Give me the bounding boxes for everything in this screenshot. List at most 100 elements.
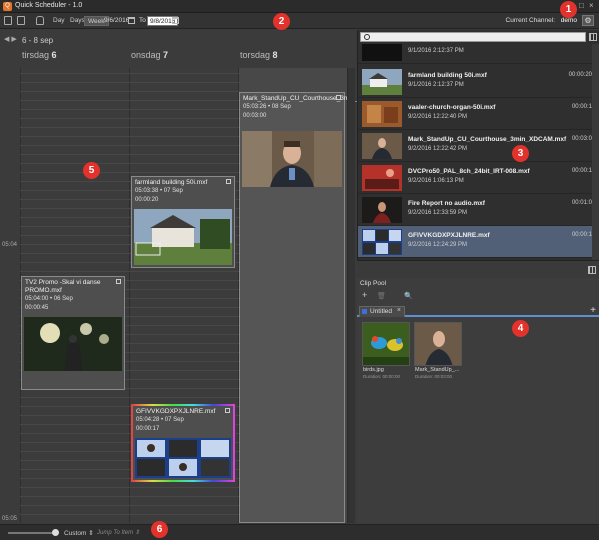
clip-pool-tab[interactable]: Untitled ×: [359, 306, 405, 317]
clip-duration: Duration: 00:03:00: [415, 374, 453, 379]
annotation-badge-3: 3: [512, 145, 529, 162]
clip-duration: Duration: 00:00:00: [363, 374, 401, 379]
clip-pool-panel: Clip Pool + 🗑 🔍 Untitled × + birds.jpg D…: [357, 278, 599, 524]
toolbar: Day Days Week 9/6/2016 To 9/8/2016 Curre…: [0, 13, 599, 29]
current-channel-label: Current Channel:: [505, 17, 556, 24]
media-name: GFIVVKGDXPXJLNRE.mxf: [408, 232, 490, 239]
app-logo-icon: Q: [3, 2, 12, 11]
status-bar: Custom ⇕ Jump To Item ⇕: [0, 524, 599, 540]
media-date: 9/2/2016 12:22:40 PM: [408, 114, 468, 120]
calendar-nav-arrows[interactable]: ◀ ▶: [4, 35, 17, 43]
event-start: 05:03:26 • 08 Sep: [243, 104, 291, 110]
day-header-2: onsdag 7: [131, 50, 169, 60]
time-label: 05:04: [2, 242, 18, 248]
clip-item[interactable]: birds.jpg Duration: 00:00:00: [362, 322, 410, 380]
search-clip-icon[interactable]: 🔍: [404, 292, 413, 300]
media-name: DVCPro50_PAL_8ch_24bit_IRT-008.mxf: [408, 168, 530, 175]
event-thumbnail: [134, 209, 232, 265]
close-tab-icon[interactable]: ×: [397, 307, 401, 314]
calendar-view: ◀ ▶ 6 - 8 sep tirsdag 6 onsdag 7 torsdag…: [0, 30, 394, 524]
media-scrollbar[interactable]: [592, 44, 599, 278]
clip-name: birds.jpg: [363, 367, 384, 373]
clip-name: Mark_StandUp_...: [415, 367, 460, 373]
media-thumbnail: [362, 229, 402, 255]
event-duration: 00:00:45: [25, 305, 49, 311]
expand-icon[interactable]: [225, 408, 230, 413]
media-name: vaaler-church-organ-50i.mxf: [408, 104, 496, 111]
media-date: 9/2/2016 1:06:13 PM: [408, 178, 464, 184]
media-thumbnail: [362, 44, 402, 61]
schedule-event[interactable]: TV2 Promo -Skal vi danse PROMO.mxf 05:04…: [21, 276, 125, 390]
media-row[interactable]: Mark_StandUp_CU_Courthouse_3min_XDCAM.mx…: [358, 130, 592, 162]
grid-view-icon[interactable]: [589, 33, 597, 41]
zoom-slider-knob[interactable]: [52, 529, 59, 536]
add-tab-icon[interactable]: +: [590, 305, 596, 316]
media-row[interactable]: vaaler-church-organ-50i.mxf 9/2/2016 12:…: [358, 98, 592, 130]
clip-thumbnail: [414, 322, 462, 366]
lock-icon[interactable]: [36, 16, 44, 25]
media-row[interactable]: 9/1/2016 2:12:37 PM: [358, 44, 592, 64]
time-label: 05:05: [2, 516, 18, 522]
date-from-field[interactable]: 9/6/2016: [104, 16, 129, 26]
schedule-event[interactable]: GFIVVKGDXPXJLNRE.mxf 05:04:28 • 07 Sep 0…: [131, 404, 235, 482]
tab-color-swatch: [362, 309, 367, 314]
schedule-event[interactable]: Mark_StandUp_CU_Courthouse_3min_XDCAM.mx…: [239, 92, 394, 523]
calendar-range-label: 6 - 8 sep: [22, 36, 54, 45]
app-title: Quick Scheduler - 1.0: [15, 2, 83, 9]
media-row[interactable]: Fire Report no audio.mxf 9/2/2016 12:33:…: [358, 194, 592, 226]
event-thumbnail: [135, 438, 231, 478]
event-title: farmland building 50i.mxf: [135, 179, 208, 186]
media-date: 9/2/2016 12:24:29 PM: [408, 242, 468, 248]
day-header-1: tirsdag 6: [22, 50, 57, 60]
event-title: Mark_StandUp_CU_Courthouse_3min_XDCAM.mx…: [243, 95, 394, 102]
event-thumbnail: [242, 131, 342, 187]
schedule-event[interactable]: farmland building 50i.mxf 05:03:38 • 07 …: [131, 176, 235, 268]
calendar-scrollbar[interactable]: [347, 68, 355, 523]
annotation-badge-6: 6: [151, 521, 168, 538]
day-header-3: torsdag 8: [240, 50, 278, 60]
title-bar: Q Quick Scheduler - 1.0 – □ ×: [0, 0, 599, 13]
media-search-input[interactable]: [360, 32, 586, 42]
expand-icon[interactable]: [226, 179, 231, 184]
media-name: Fire Report no audio.mxf: [408, 200, 485, 207]
add-clip-icon[interactable]: +: [362, 290, 367, 300]
delete-clip-icon[interactable]: 🗑: [377, 292, 386, 300]
zoom-preset-select[interactable]: Custom ⇕: [64, 529, 94, 537]
maximize-button[interactable]: □: [579, 1, 584, 10]
expand-icon[interactable]: [116, 279, 121, 284]
new-schedule-icon[interactable]: [4, 16, 12, 25]
event-duration: 00:00:17: [136, 426, 160, 432]
media-row[interactable]: farmland building 50i.mxf 9/1/2016 2:12:…: [358, 66, 592, 98]
media-date: 9/2/2016 12:33:59 PM: [408, 210, 468, 216]
event-duration: 00:03:00: [243, 113, 267, 119]
media-duration: 00:00:1: [571, 168, 592, 174]
media-duration: 00:01:0: [571, 200, 592, 206]
clip-item[interactable]: Mark_StandUp_... Duration: 00:03:00: [414, 322, 462, 380]
clip-pool-title: Clip Pool: [360, 280, 387, 287]
media-duration: 00:00:1: [571, 104, 592, 110]
view-day-button[interactable]: Day: [50, 16, 68, 26]
media-row-selected[interactable]: GFIVVKGDXPXJLNRE.mxf 9/2/2016 12:24:29 P…: [358, 226, 592, 258]
grid-view-icon[interactable]: [588, 266, 596, 274]
expand-icon[interactable]: [336, 95, 341, 100]
media-name: Mark_StandUp_CU_Courthouse_3min_XDCAM.mx…: [408, 136, 567, 143]
current-channel-value[interactable]: demo: [561, 17, 577, 24]
annotation-badge-2: 2: [273, 13, 290, 30]
jump-to-item-select[interactable]: Jump To Item ⇕: [97, 529, 140, 536]
media-duration: 00:00:20: [568, 72, 592, 78]
settings-button[interactable]: ⚙: [582, 15, 594, 26]
media-date: 9/1/2016 2:12:37 PM: [408, 82, 464, 88]
media-thumbnail: [362, 165, 402, 191]
panel-splitter[interactable]: [357, 260, 599, 278]
close-button[interactable]: ×: [589, 1, 594, 10]
zoom-slider[interactable]: [8, 532, 58, 534]
calendar-grid[interactable]: Mark_StandUp_CU_Courthouse_3min_XDCAM.mx…: [20, 68, 394, 523]
event-duration: 00:00:20: [135, 197, 159, 203]
open-schedule-icon[interactable]: [17, 16, 25, 25]
clip-pool-toolbar: + 🗑 🔍: [357, 289, 599, 305]
media-row[interactable]: DVCPro50_PAL_8ch_24bit_IRT-008.mxf 9/2/2…: [358, 162, 592, 194]
calendar-from-icon[interactable]: [128, 17, 135, 24]
clip-pool-tabbar: Untitled × +: [357, 305, 599, 317]
calendar-to-icon[interactable]: [172, 17, 179, 24]
media-name: farmland building 50i.mxf: [408, 72, 487, 79]
